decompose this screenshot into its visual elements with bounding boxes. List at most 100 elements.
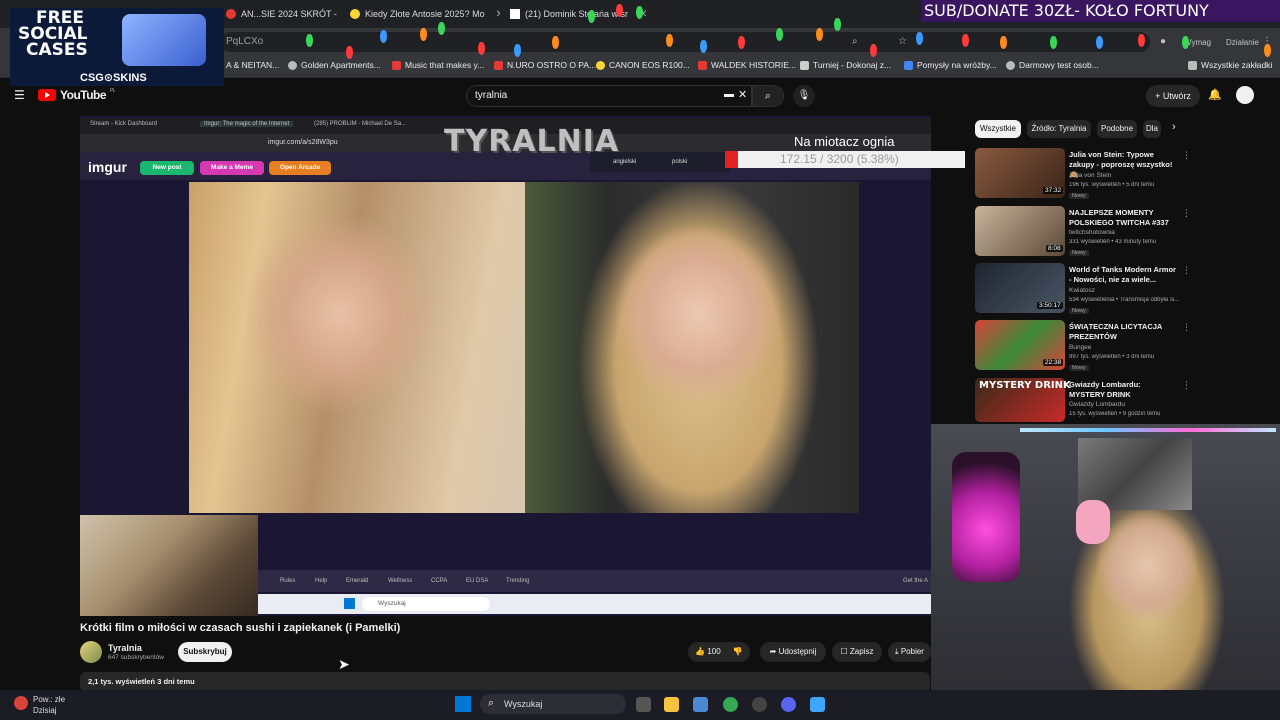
app-icon[interactable] bbox=[752, 697, 767, 712]
recommendation-meta: 534 wyświetlenia • Transmisja odbyła si.… bbox=[1069, 297, 1180, 303]
notifications-bell-icon[interactable]: 🔔 bbox=[1208, 88, 1222, 101]
taskbar-search-label: Wyszukaj bbox=[504, 699, 543, 709]
windows-start-icon[interactable] bbox=[455, 696, 471, 712]
recommendation-title[interactable]: Gwiazdy Lombardu: MYSTERY DRINK bbox=[1069, 380, 1177, 400]
browser-tab[interactable]: AN...SIE 2024 SKRÓT - bbox=[226, 4, 338, 24]
document-icon bbox=[800, 60, 809, 70]
channel-avatar[interactable] bbox=[80, 641, 102, 663]
avatar[interactable] bbox=[1236, 86, 1254, 104]
inner-tab: Stream - Kick Dashboard bbox=[90, 121, 158, 127]
like-dislike-group[interactable]: 👍 100 👎 bbox=[688, 642, 750, 662]
bookmark[interactable]: A & NEITAN... bbox=[226, 60, 279, 70]
christmas-light-icon bbox=[816, 28, 823, 41]
more-options-icon[interactable]: ⋮ bbox=[1182, 380, 1191, 391]
imgur-new-post-button: New post bbox=[140, 161, 194, 175]
footer-link: Rules bbox=[280, 578, 296, 584]
recommendation-title[interactable]: ŚWIĄTECZNA LICYTACJA PREZENTÓW bbox=[1069, 322, 1177, 342]
browser-tab-label: AN...SIE 2024 SKRÓT - bbox=[241, 9, 337, 19]
file-explorer-icon[interactable] bbox=[664, 697, 679, 712]
voice-search-button[interactable]: 🎙 bbox=[793, 85, 815, 107]
thumbs-up-icon[interactable]: 👍 bbox=[695, 647, 705, 656]
weather-icon[interactable] bbox=[14, 696, 28, 710]
recommendation-title[interactable]: World of Tanks Modern Armor - Nowości, n… bbox=[1069, 265, 1177, 285]
thumbs-down-icon[interactable]: 👎 bbox=[733, 647, 743, 656]
youtube-icon bbox=[494, 60, 503, 70]
bookmark[interactable]: Golden Apartments... bbox=[288, 60, 381, 70]
browser-tab-label: Kiedy Złote Antosie 2025? Mo bbox=[365, 9, 485, 19]
zoom-icon[interactable]: ⌕ bbox=[852, 36, 858, 47]
chevron-right-icon[interactable]: › bbox=[1172, 121, 1176, 133]
recommendation-channel[interactable]: Gwiazdy Lombardu bbox=[1069, 401, 1125, 408]
footer-link: Help bbox=[315, 578, 328, 584]
more-options-icon[interactable]: ⋮ bbox=[1182, 208, 1191, 219]
recommendation-meta: 15 tys. wyświetleń • 9 godzin temu bbox=[1069, 411, 1161, 417]
weather-widget[interactable]: Pow.: złe Dzisiaj bbox=[33, 694, 65, 716]
inner-url-text: imgur.com/a/s28W3pu bbox=[268, 139, 338, 146]
recommendation-title[interactable]: NAJLEPSZE MOMENTY POLSKIEGO TWITCHA #337 bbox=[1069, 208, 1177, 228]
action-label[interactable]: Działanie bbox=[1226, 38, 1259, 47]
more-options-icon[interactable]: ⋮ bbox=[1182, 150, 1191, 161]
create-label: Utwórz bbox=[1162, 91, 1191, 101]
search-input[interactable]: tyralnia bbox=[466, 85, 752, 107]
recommendation-meta: 997 tys. wyświetleń • 3 dni temu bbox=[1069, 354, 1155, 360]
close-tab-icon[interactable]: ✕ bbox=[496, 9, 500, 20]
youtube-logo[interactable]: YouTube PL bbox=[38, 88, 116, 102]
notepad-icon[interactable] bbox=[810, 697, 825, 712]
imgur-meme-button: Make a Meme bbox=[200, 161, 264, 175]
profile-icon[interactable]: ● bbox=[1160, 36, 1166, 47]
store-icon[interactable] bbox=[693, 697, 708, 712]
recommendation-channel[interactable]: Bungee bbox=[1069, 344, 1091, 351]
bookmark[interactable]: N.URO OSTRO O PA... bbox=[494, 60, 596, 70]
search-icon: ⌕ bbox=[488, 697, 495, 709]
bookmark[interactable]: Pomysły na wróżby... bbox=[904, 60, 997, 70]
discord-icon[interactable] bbox=[781, 697, 796, 712]
bookmark[interactable]: Turniej - Dokonaj z... bbox=[800, 60, 891, 70]
discord-chest-icon bbox=[122, 14, 206, 66]
description-box[interactable] bbox=[80, 672, 930, 692]
bookmark[interactable]: CANON EOS R100... bbox=[596, 60, 690, 70]
task-view-icon[interactable] bbox=[636, 697, 651, 712]
keyboard-icon[interactable]: ▬ bbox=[724, 89, 734, 100]
clear-search-icon[interactable]: ✕ bbox=[738, 88, 747, 101]
christmas-light-icon bbox=[1138, 34, 1145, 47]
chrome-icon[interactable] bbox=[723, 697, 738, 712]
subscribe-button[interactable]: Subskrybuj bbox=[178, 642, 232, 662]
share-button[interactable]: ➦ Udostępnij bbox=[760, 642, 826, 662]
recommendation-channel[interactable]: Kwiatosz bbox=[1069, 287, 1095, 294]
bookmark-label: WALDEK HISTORIE... bbox=[711, 60, 797, 70]
browser-tab[interactable]: Kiedy Złote Antosie 2025? Mo ✕ bbox=[350, 4, 500, 24]
all-bookmarks[interactable]: Wszystkie zakładki bbox=[1188, 60, 1272, 70]
chip-related[interactable]: Podobne bbox=[1097, 120, 1137, 138]
christmas-light-icon bbox=[916, 32, 923, 45]
goal-progress-text: 172.15 / 3200 (5.38%) bbox=[780, 152, 899, 166]
bookmark[interactable]: Music that makes y... bbox=[392, 60, 484, 70]
christmas-light-icon bbox=[1096, 36, 1103, 49]
recommendation-channel[interactable]: Julia von Stein bbox=[1069, 172, 1111, 179]
video-duration: 22:38 bbox=[1043, 359, 1064, 366]
weather-day: Dzisiaj bbox=[33, 706, 57, 715]
download-button[interactable]: ⤓ Pobier bbox=[888, 642, 931, 662]
chip-all[interactable]: Wszystkie bbox=[975, 120, 1021, 138]
recommendation-channel[interactable]: twitchshotownia bbox=[1069, 229, 1115, 236]
save-button[interactable]: ☐ Zapisz bbox=[832, 642, 882, 662]
language-option: polski bbox=[672, 159, 688, 165]
address-bar[interactable]: PqLCXo bbox=[220, 32, 1150, 52]
hamburger-menu-icon[interactable]: ☰ bbox=[14, 88, 25, 102]
download-label: Pobier bbox=[900, 647, 924, 656]
chip-source[interactable]: Źródło: Tyralnia bbox=[1027, 120, 1091, 138]
more-options-icon[interactable]: ⋮ bbox=[1182, 322, 1191, 333]
star-icon[interactable]: ☆ bbox=[898, 36, 907, 47]
more-options-icon[interactable]: ⋮ bbox=[1182, 265, 1191, 276]
bookmark-label: N.URO OSTRO O PA... bbox=[507, 60, 597, 70]
bookmark[interactable]: Darmowy test osob... bbox=[1006, 60, 1099, 70]
channel-name[interactable]: Tyralnia bbox=[108, 643, 142, 653]
christmas-light-icon bbox=[552, 36, 559, 49]
bookmark[interactable]: WALDEK HISTORIE... bbox=[698, 60, 796, 70]
inner-tab: (285) PROBLIM - Michael De Sa... bbox=[314, 121, 407, 127]
taskbar-search[interactable]: Wyszukaj bbox=[480, 694, 626, 714]
promo-title: FREE SOCIAL CASES bbox=[18, 10, 88, 59]
recommendation-meta: 196 tys. wyświetleń • 5 dni temu bbox=[1069, 182, 1155, 188]
chip-for-you[interactable]: Dla bbox=[1143, 120, 1161, 138]
search-button[interactable]: ⌕ bbox=[752, 85, 784, 107]
create-button[interactable]: + Utwórz bbox=[1146, 85, 1200, 107]
